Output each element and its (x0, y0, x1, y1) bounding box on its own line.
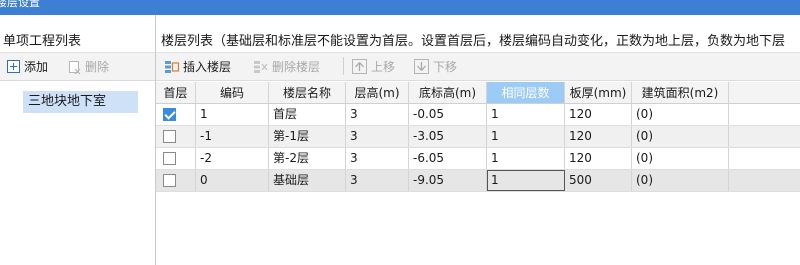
project-item[interactable]: 三地块地下室 (23, 91, 138, 113)
floor-name-cell[interactable]: 基础层 (269, 170, 346, 191)
first-floor-checkbox[interactable] (163, 108, 176, 121)
bottom-elevation-cell[interactable]: -0.05 (409, 104, 487, 125)
title-bar: 楼层设置 (0, 0, 800, 15)
toolbar-divider (343, 57, 344, 75)
floor-toolbar: 插入楼层 删除楼层 上移 下移 (156, 52, 800, 81)
insert-floor-icon (165, 60, 180, 73)
first-floor-checkbox[interactable] (163, 152, 176, 165)
same-floors-cell[interactable]: 1 (487, 148, 565, 169)
first-floor-cell[interactable] (156, 148, 196, 169)
floor-name-cell[interactable]: 第-1层 (269, 126, 346, 147)
table-row[interactable]: 0 基础层 3 -9.05 1 500 (0) (156, 170, 800, 192)
table-row[interactable]: -1 第-1层 3 -3.05 1 120 (0) (156, 126, 800, 148)
plus-icon (7, 60, 20, 73)
first-floor-cell[interactable] (156, 104, 196, 125)
col-header-same-floors[interactable]: 相同层数 (487, 82, 565, 104)
arrow-down-icon (414, 59, 429, 74)
col-header-floor-name[interactable]: 楼层名称 (269, 82, 346, 104)
first-floor-checkbox[interactable] (163, 130, 176, 143)
delete-project-label: 删除 (85, 60, 110, 74)
floor-name-cell[interactable]: 第-2层 (269, 148, 346, 169)
building-area-cell[interactable]: (0) (632, 126, 729, 147)
delete-doc-icon (69, 60, 81, 74)
floor-list-title: 楼层列表（基础层和标准层不能设置为首层。设置首层后，楼层编码自动变化，正数为地上… (161, 34, 786, 49)
window-title: 楼层设置 (0, 0, 40, 9)
floor-height-cell[interactable]: 3 (346, 148, 409, 169)
delete-project-button[interactable]: 删除 (68, 58, 109, 75)
col-header-code[interactable]: 编码 (196, 82, 269, 104)
col-header-bottom-elevation[interactable]: 底标高(m) (409, 82, 487, 104)
bottom-elevation-cell[interactable]: -6.05 (409, 148, 487, 169)
same-floors-cell[interactable]: 1 (487, 126, 565, 147)
slab-thickness-cell[interactable]: 120 (565, 126, 632, 147)
first-floor-cell[interactable] (156, 170, 196, 191)
col-header-filler (729, 82, 800, 104)
project-toolbar: 添加 删除 (0, 52, 155, 81)
project-list-title: 单项工程列表 (3, 34, 82, 49)
code-cell[interactable]: -1 (196, 126, 269, 147)
building-area-cell[interactable]: (0) (632, 104, 729, 125)
floor-list-panel: 楼层列表（基础层和标准层不能设置为首层。设置首层后，楼层编码自动变化，正数为地上… (156, 15, 800, 265)
building-area-cell[interactable]: (0) (632, 170, 729, 191)
col-header-slab-thickness[interactable]: 板厚(mm) (565, 82, 632, 104)
bottom-elevation-cell[interactable]: -9.05 (409, 170, 487, 191)
delete-floor-label: 删除楼层 (272, 60, 321, 74)
col-header-first-floor[interactable]: 首层 (156, 82, 196, 104)
slab-thickness-cell[interactable]: 120 (565, 148, 632, 169)
delete-floor-icon (254, 60, 268, 73)
delete-floor-button[interactable]: 删除楼层 (253, 58, 320, 75)
table-row[interactable]: 1 首层 3 -0.05 1 120 (0) (156, 104, 800, 126)
add-project-label: 添加 (24, 60, 49, 74)
arrow-up-icon (352, 59, 367, 74)
floor-name-cell[interactable]: 首层 (269, 104, 346, 125)
floor-grid: 首层 编码 楼层名称 层高(m) 底标高(m) 相同层数 板厚(mm) 建筑面积… (156, 82, 800, 265)
code-cell[interactable]: 0 (196, 170, 269, 191)
building-area-cell[interactable]: (0) (632, 148, 729, 169)
first-floor-checkbox[interactable] (163, 174, 176, 187)
col-header-floor-height[interactable]: 层高(m) (346, 82, 409, 104)
table-row[interactable]: -2 第-2层 3 -6.05 1 120 (0) (156, 148, 800, 170)
add-project-button[interactable]: 添加 (7, 58, 48, 75)
code-cell[interactable]: -2 (196, 148, 269, 169)
col-header-building-area[interactable]: 建筑面积(m2) (632, 82, 729, 104)
floor-height-cell[interactable]: 3 (346, 104, 409, 125)
project-list-panel: 单项工程列表 添加 删除 三地块地下室 (0, 15, 156, 265)
floor-height-cell[interactable]: 3 (346, 170, 409, 191)
move-down-button[interactable]: 下移 (414, 58, 457, 75)
move-up-button[interactable]: 上移 (352, 58, 395, 75)
move-up-label: 上移 (371, 60, 396, 74)
insert-floor-button[interactable]: 插入楼层 (164, 58, 231, 75)
slab-thickness-cell[interactable]: 500 (565, 170, 632, 191)
same-floors-cell[interactable]: 1 (487, 170, 565, 191)
bottom-elevation-cell[interactable]: -3.05 (409, 126, 487, 147)
code-cell[interactable]: 1 (196, 104, 269, 125)
same-floors-cell[interactable]: 1 (487, 104, 565, 125)
first-floor-cell[interactable] (156, 126, 196, 147)
move-down-label: 下移 (433, 60, 458, 74)
floor-height-cell[interactable]: 3 (346, 126, 409, 147)
insert-floor-label: 插入楼层 (183, 60, 232, 74)
slab-thickness-cell[interactable]: 120 (565, 104, 632, 125)
